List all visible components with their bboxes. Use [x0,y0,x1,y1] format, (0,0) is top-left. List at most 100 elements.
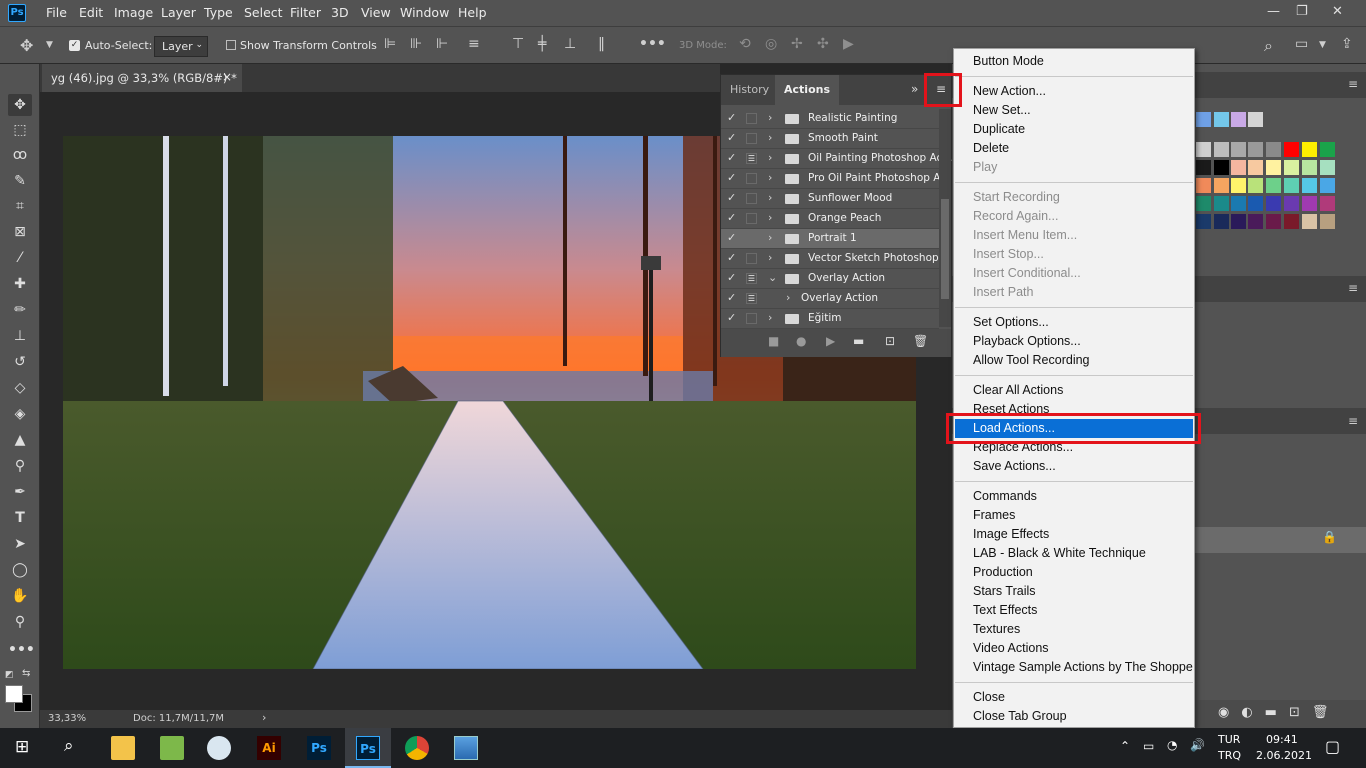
document-tab[interactable]: yg (46).jpg @ 33,3% (RGB/8#) * × [42,64,242,92]
menu-item-allow-tool-recording[interactable]: Allow Tool Recording [955,351,1193,370]
menu-edit[interactable]: Edit [79,5,103,20]
3d-scale-icon[interactable]: ▶ [843,36,854,52]
chevron-up-icon[interactable]: ⌃ [1120,739,1130,753]
checkmark-icon[interactable]: ✓ [727,291,736,304]
expand-chevron-icon[interactable]: ⌄ [768,271,777,284]
menu-item-vintage-sample-actions-by-the-shoppe[interactable]: Vintage Sample Actions by The Shoppe [955,658,1193,677]
hand-tool-icon[interactable]: ✋ [8,585,32,607]
menu-item-new-action[interactable]: New Action... [955,82,1193,101]
actions-list[interactable]: ✓ › Realistic Painting ✓ › Smooth Paint ✓ ☰ › Oil… [721,109,952,329]
file-explorer-icon[interactable] [111,736,135,760]
expand-chevron-icon[interactable]: › [768,311,772,324]
dialog-toggle-box[interactable]: ☰ [746,293,757,304]
stop-icon[interactable]: ■ [768,334,779,348]
tab-history[interactable]: History [721,75,778,105]
align-top-icon[interactable]: ⊤ [512,36,524,52]
foreground-color-swatch[interactable] [5,685,23,703]
checkmark-icon[interactable]: ✓ [727,131,736,144]
close-tab-icon[interactable]: × [222,70,232,84]
notepad-icon[interactable] [160,736,184,760]
checkmark-icon[interactable]: ✓ [727,171,736,184]
dialog-toggle-box[interactable]: ☰ [746,153,757,164]
chevron-right-icon[interactable]: › [262,711,266,724]
dialog-toggle-box[interactable]: ☰ [746,273,757,284]
action-row[interactable]: ✓ ☰ ⌄ Overlay Action [721,269,939,289]
frame-tool-icon[interactable]: ⊠ [8,221,32,243]
action-row[interactable]: ✓ › Eğitim [721,309,939,329]
expand-chevron-icon[interactable]: › [768,171,772,184]
photoshop-active-icon[interactable]: Ps [356,736,380,760]
checkmark-icon[interactable]: ✓ [727,151,736,164]
path-selection-tool-icon[interactable]: ➤ [8,533,32,555]
menu-window[interactable]: Window [400,5,449,20]
action-row[interactable]: ✓ › Smooth Paint [721,129,939,149]
menu-image[interactable]: Image [114,5,153,20]
chevron-down-icon[interactable]: ▼ [1319,40,1326,50]
action-row[interactable]: ✓ › Orange Peach [721,209,939,229]
battery-icon[interactable]: ▭ [1143,739,1154,753]
blur-tool-icon[interactable]: ▲ [8,429,32,451]
dialog-toggle-box[interactable] [746,213,757,224]
collapse-panel-icon[interactable]: » [911,82,918,96]
expand-chevron-icon[interactable]: › [768,131,772,144]
checkmark-icon[interactable]: ✓ [727,111,736,124]
windows-start-icon[interactable]: ⊞ [15,737,29,757]
panel-menu-icon[interactable]: ≡ [1348,77,1358,91]
zoom-tool-icon[interactable]: ⚲ [8,611,32,633]
action-row[interactable]: ✓ ☰ › Overlay Action [721,289,939,309]
menu-item-playback-options[interactable]: Playback Options... [955,332,1193,351]
dialog-toggle-box[interactable] [746,193,757,204]
checkmark-icon[interactable]: ✓ [727,311,736,324]
new-set-folder-icon[interactable]: ▬ [853,334,864,348]
share-icon[interactable]: ⇪ [1341,36,1353,52]
menu-item-close-tab-group[interactable]: Close Tab Group [955,707,1193,726]
chevron-down-icon[interactable]: ▼ [46,40,53,50]
menu-select[interactable]: Select [244,5,283,20]
3d-roll-icon[interactable]: ◎ [765,36,777,52]
align-left-icon[interactable]: ⊫ [384,36,396,52]
menu-filter[interactable]: Filter [290,5,321,20]
photoshop-taskbar-icon[interactable]: Ps [307,736,331,760]
clock-date[interactable]: 2.06.2021 [1256,749,1312,762]
chrome-icon[interactable] [405,736,429,760]
paint-bucket-tool-icon[interactable]: ◈ [8,403,32,425]
expand-chevron-icon[interactable]: › [768,111,772,124]
checkmark-icon[interactable]: ✓ [727,271,736,284]
menu-item-duplicate[interactable]: Duplicate [955,120,1193,139]
photos-icon[interactable] [454,736,478,760]
move-tool-icon[interactable]: ✥ [20,36,33,55]
menu-item-textures[interactable]: Textures [955,620,1193,639]
workspace-icon[interactable]: ▭ [1295,36,1308,52]
menu-item-clear-all-actions[interactable]: Clear All Actions [955,381,1193,400]
pen-tool-icon[interactable]: ✒ [8,481,32,503]
action-row[interactable]: ✓ › Sunflower Mood [721,189,939,209]
align-middle-icon[interactable]: ╪ [538,36,546,52]
delete-icon[interactable]: 🗑 [913,334,928,348]
tab-actions[interactable]: Actions [775,75,839,105]
network-icon[interactable]: ◔ [1167,738,1177,752]
menu-item-frames[interactable]: Frames [955,506,1193,525]
menu-item-commands[interactable]: Commands [955,487,1193,506]
dialog-toggle-box[interactable] [746,253,757,264]
menu-item-production[interactable]: Production [955,563,1193,582]
menu-type[interactable]: Type [204,5,233,20]
zoom-level[interactable]: 33,33% [48,713,86,724]
clone-stamp-tool-icon[interactable]: ⊥ [8,325,32,347]
action-row[interactable]: ✓ ☰ › Oil Painting Photoshop Ac... [721,149,952,169]
action-row[interactable]: ✓ › Portrait 1 [721,229,939,249]
menu-item-stars-trails[interactable]: Stars Trails [955,582,1193,601]
checkmark-icon[interactable]: ✓ [727,211,736,224]
auto-select-dropdown[interactable]: Layer ⌄ [154,36,208,57]
move-tool-icon[interactable]: ✥ [8,94,32,116]
search-icon[interactable]: ⌕ [64,736,74,756]
marquee-tool-icon[interactable]: ⬚ [8,119,32,141]
distribute-vertical-icon[interactable]: ‖ [598,36,605,52]
expand-chevron-icon[interactable]: › [768,211,772,224]
menu-file[interactable]: File [46,5,67,20]
type-tool-icon[interactable]: T [8,507,32,529]
layers-footer-icons[interactable]: ◉◐▬⊡🗑 [1218,705,1340,720]
swap-colors-icon[interactable]: ⇆ [22,668,30,679]
brush-tool-icon[interactable]: ✏ [8,299,32,321]
illustrator-icon[interactable]: Ai [257,736,281,760]
panel-menu-icon[interactable]: ≡ [1348,414,1358,428]
